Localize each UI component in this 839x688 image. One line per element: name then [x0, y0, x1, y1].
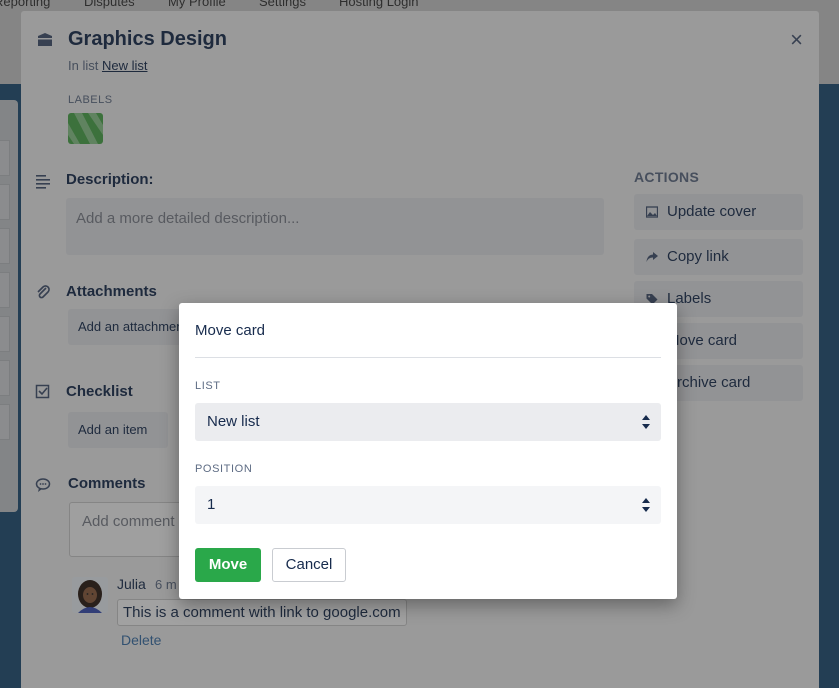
position-select-label: POSITION: [195, 463, 253, 475]
list-select-value: New list: [207, 413, 260, 430]
move-dialog-title: Move card: [195, 322, 266, 339]
list-select-label: LIST: [195, 380, 221, 392]
dialog-divider: [195, 357, 661, 358]
select-caret-icon: [642, 415, 650, 429]
move-button[interactable]: Move: [195, 548, 261, 582]
move-card-dialog: Move card LIST New list POSITION 1 Move …: [179, 303, 677, 599]
position-select-value: 1: [207, 496, 216, 513]
position-select[interactable]: 1: [195, 486, 661, 524]
list-select[interactable]: New list: [195, 403, 661, 441]
select-caret-icon: [642, 498, 650, 512]
cancel-button[interactable]: Cancel: [272, 548, 346, 582]
